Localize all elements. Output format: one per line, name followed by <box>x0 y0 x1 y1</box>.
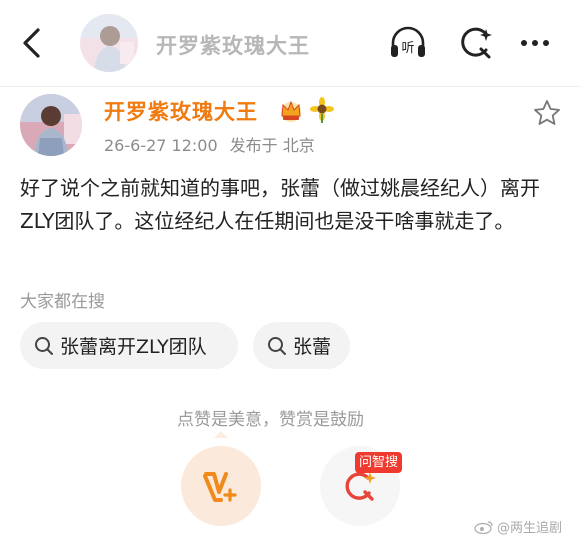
crown-badge-icon <box>281 100 301 122</box>
author-name[interactable]: 开罗紫玫瑰大王 <box>104 96 258 126</box>
post-meta: 26-6-27 12:00 发布于 北京 <box>104 132 315 156</box>
search-icon <box>268 336 286 355</box>
ai-search-icon[interactable] <box>455 23 495 63</box>
more-options-icon[interactable] <box>515 23 555 63</box>
ask-search-badge: 问智搜 <box>355 452 403 473</box>
reward-caption: 点赞是美意，赞赏是鼓励 <box>177 410 364 430</box>
caption-pointer <box>214 431 228 438</box>
post-timestamp: 26-6-27 12:00 <box>104 136 218 155</box>
hot-search-label: 大家都在搜 <box>20 292 105 312</box>
favorite-star-icon[interactable] <box>532 98 562 128</box>
hot-search-chip-label: 张蕾离开ZLY团队 <box>60 336 207 358</box>
like-v-plus-icon <box>203 472 237 502</box>
hot-search-chip-label: 张蕾 <box>293 336 332 358</box>
watermark-text: @两生追剧 <box>497 521 563 536</box>
like-reward-button[interactable] <box>181 446 261 526</box>
listen-icon[interactable]: 听 <box>388 23 428 63</box>
sunflower-badge-icon <box>310 97 334 123</box>
search-icon <box>35 336 53 355</box>
weibo-watermark: @两生追剧 <box>474 517 562 536</box>
listen-icon-label: 听 <box>401 41 414 56</box>
back-arrow-icon[interactable] <box>16 26 50 60</box>
hot-search-chip[interactable]: 张蕾 <box>253 322 350 369</box>
header-divider <box>0 86 581 87</box>
top-nav-bar: 开罗紫玫瑰大王 听 <box>0 0 581 88</box>
author-avatar[interactable] <box>20 94 82 156</box>
header-title: 开罗紫玫瑰大王 <box>156 34 310 58</box>
hot-search-chip[interactable]: 张蕾离开ZLY团队 <box>20 322 238 369</box>
post-content: 好了说个之前就知道的事吧，张蕾（做过姚晨经纪人）离开ZLY团队了。这位经纪人在任… <box>20 176 540 233</box>
weibo-logo-icon <box>474 520 493 534</box>
header-avatar[interactable] <box>80 14 138 72</box>
post-location: 发布于 北京 <box>229 136 315 155</box>
